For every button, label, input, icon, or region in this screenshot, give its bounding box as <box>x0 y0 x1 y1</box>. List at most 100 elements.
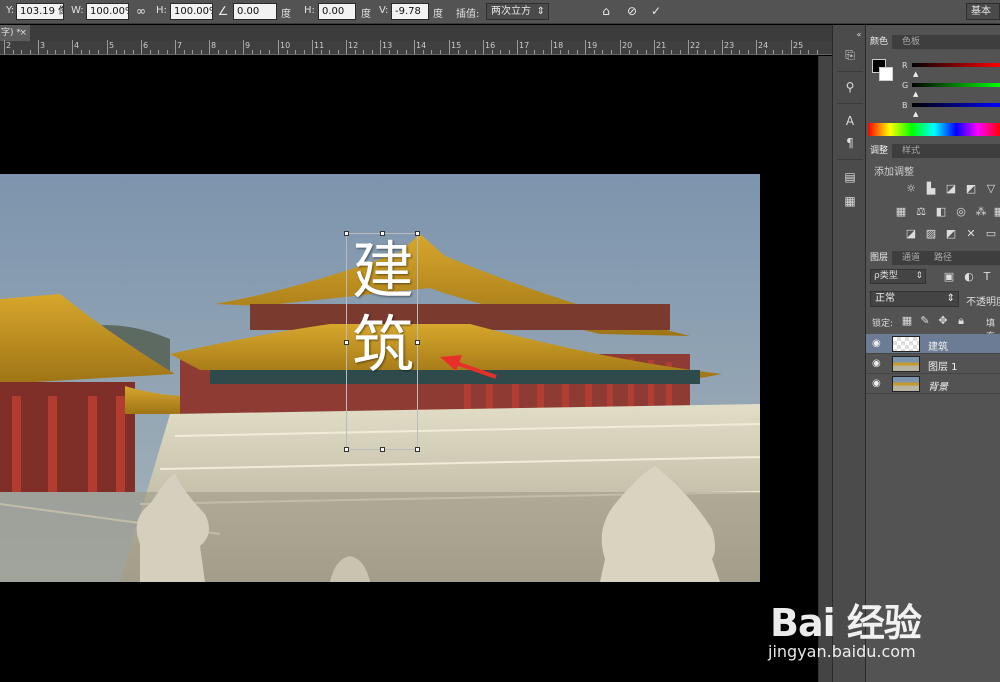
ruler-minor-tick <box>201 50 202 54</box>
layer-kind-select[interactable]: ρ类型 ⇕ <box>870 269 926 284</box>
transform-handle-bl[interactable] <box>344 447 349 452</box>
threshold-icon[interactable]: ◩ <box>944 228 958 240</box>
selective-color-icon[interactable]: ✕ <box>964 228 978 240</box>
tab-channels[interactable]: 通道 <box>898 251 924 265</box>
transform-handle-l[interactable] <box>344 340 349 345</box>
history-icon[interactable]: ⎘ <box>842 47 858 63</box>
slider-thumb-icon[interactable]: ▲ <box>913 110 918 118</box>
notes-icon[interactable]: ▦ <box>842 193 858 209</box>
lock-label: 锁定: <box>872 319 894 329</box>
layer-row[interactable]: ◉ 背景 <box>866 374 1000 394</box>
ruler-minor-tick <box>338 50 339 54</box>
color-balance-icon[interactable]: ⚖ <box>914 206 928 218</box>
ruler-label: 8 <box>211 41 217 50</box>
filter-type-icon[interactable]: T <box>980 271 994 283</box>
tab-paths[interactable]: 路径 <box>930 251 956 265</box>
ruler-minor-tick <box>218 50 219 54</box>
blend-mode-select[interactable]: 正常 ⇕ <box>870 291 959 307</box>
link-icon[interactable]: ∞ <box>133 3 149 20</box>
hskew-field[interactable]: 0.00 <box>318 3 356 20</box>
ruler-tick <box>449 40 450 54</box>
close-icon[interactable]: × <box>19 25 27 41</box>
workspace-button[interactable]: 基本 <box>966 3 1000 20</box>
y-field[interactable]: 103.19 像! <box>16 3 64 20</box>
ruler-label: 14 <box>416 41 427 50</box>
brush-icon[interactable]: ⚲ <box>842 79 858 95</box>
ruler-label: 12 <box>348 41 359 50</box>
slider-thumb-icon[interactable]: ▲ <box>913 90 918 98</box>
filter-adjust-icon[interactable]: ◐ <box>962 271 976 283</box>
exposure-icon[interactable]: ◩ <box>964 183 978 195</box>
ruler-label: 9 <box>245 41 251 50</box>
transform-bounding-box[interactable]: 建 筑 <box>344 231 420 452</box>
character-icon[interactable]: A <box>842 113 858 129</box>
invert-icon[interactable]: ◪ <box>904 228 918 240</box>
black-white-icon[interactable]: ◧ <box>934 206 948 218</box>
ruler-label: 20 <box>622 41 633 50</box>
collapse-icon[interactable]: « <box>851 27 867 43</box>
canvas-area[interactable]: 建 筑 <box>0 56 818 682</box>
ruler-minor-tick <box>389 50 390 54</box>
chevron-updown-icon: ⇕ <box>915 271 923 281</box>
vibrance-icon[interactable]: ▽ <box>984 183 998 195</box>
ruler-minor-tick <box>765 50 766 54</box>
document-tab[interactable]: 字) * × <box>0 25 30 41</box>
vskew-field[interactable]: -9.78 <box>391 3 429 20</box>
curves-icon[interactable]: ◪ <box>944 183 958 195</box>
transform-handle-b[interactable] <box>380 447 385 452</box>
lock-all-icon[interactable]: 🔒︎ <box>954 315 968 327</box>
transform-handle-r[interactable] <box>415 340 420 345</box>
lock-transparent-icon[interactable]: ▦ <box>900 315 914 327</box>
add-adjustment-label: 添加调整 <box>874 167 914 178</box>
ruler-label: 25 <box>793 41 804 50</box>
angle-field[interactable]: 0.00 <box>233 3 277 20</box>
commit-transform-icon[interactable]: ✓ <box>648 3 664 20</box>
lock-position-icon[interactable]: ✥ <box>936 315 950 327</box>
tab-styles[interactable]: 样式 <box>898 144 924 158</box>
slider-b[interactable] <box>912 103 1000 107</box>
interp-select[interactable]: 两次立方 ⇕ <box>486 3 549 20</box>
ruler-minor-tick <box>30 50 31 54</box>
transform-handle-t[interactable] <box>380 231 385 236</box>
h-field[interactable]: 100.00% <box>170 3 213 20</box>
ruler-minor-tick <box>731 50 732 54</box>
color-spectrum-bar[interactable] <box>868 123 1000 136</box>
tab-swatches[interactable]: 色板 <box>898 35 924 49</box>
eye-icon[interactable]: ◉ <box>872 338 881 349</box>
tab-layers[interactable]: 图层 <box>866 251 893 265</box>
slider-g[interactable] <box>912 83 1000 87</box>
posterize-icon[interactable]: ▨ <box>924 228 938 240</box>
layer-row[interactable]: ◉ 图层 1 <box>866 354 1000 374</box>
baidu-watermark: Bai 经验 jingyan.baidu.com <box>762 572 1000 682</box>
y-label: Y: <box>6 5 15 16</box>
w-field[interactable]: 100.00% <box>86 3 129 20</box>
slider-thumb-icon[interactable]: ▲ <box>913 70 918 78</box>
tab-adjustments[interactable]: 调整 <box>866 144 893 158</box>
ruler-minor-tick <box>158 50 159 54</box>
filter-pixel-icon[interactable]: ▣ <box>942 271 956 283</box>
ruler-minor-tick <box>252 50 253 54</box>
gradient-map-icon[interactable]: ▭ <box>984 228 998 240</box>
levels-icon[interactable]: ▙ <box>924 183 938 195</box>
brightness-icon[interactable]: ☼ <box>904 183 918 195</box>
properties-icon[interactable]: ▤ <box>842 169 858 185</box>
transform-handle-tr[interactable] <box>415 231 420 236</box>
channel-mixer-icon[interactable]: ⁂ <box>974 206 988 218</box>
slider-r[interactable] <box>912 63 1000 67</box>
color-lookup-icon[interactable]: ▦ <box>992 206 1000 218</box>
eye-icon[interactable]: ◉ <box>872 378 881 389</box>
transform-handle-tl[interactable] <box>344 231 349 236</box>
photo-filter-icon[interactable]: ◎ <box>954 206 968 218</box>
ruler-minor-tick <box>534 50 535 54</box>
layer-row[interactable]: ◉ 建筑 <box>866 334 1000 354</box>
lock-pixels-icon[interactable]: ✎ <box>918 315 932 327</box>
tab-color[interactable]: 颜色 <box>866 35 893 49</box>
transform-handle-br[interactable] <box>415 447 420 452</box>
paragraph-icon[interactable]: ¶ <box>842 135 858 151</box>
background-color-swatch[interactable] <box>879 67 893 81</box>
cancel-transform-icon[interactable]: ⊘ <box>624 3 640 20</box>
eye-icon[interactable]: ◉ <box>872 358 881 369</box>
hue-saturation-icon[interactable]: ▦ <box>894 206 908 218</box>
warp-icon[interactable]: ⌂ <box>598 3 614 20</box>
ruler-tick <box>38 40 39 54</box>
